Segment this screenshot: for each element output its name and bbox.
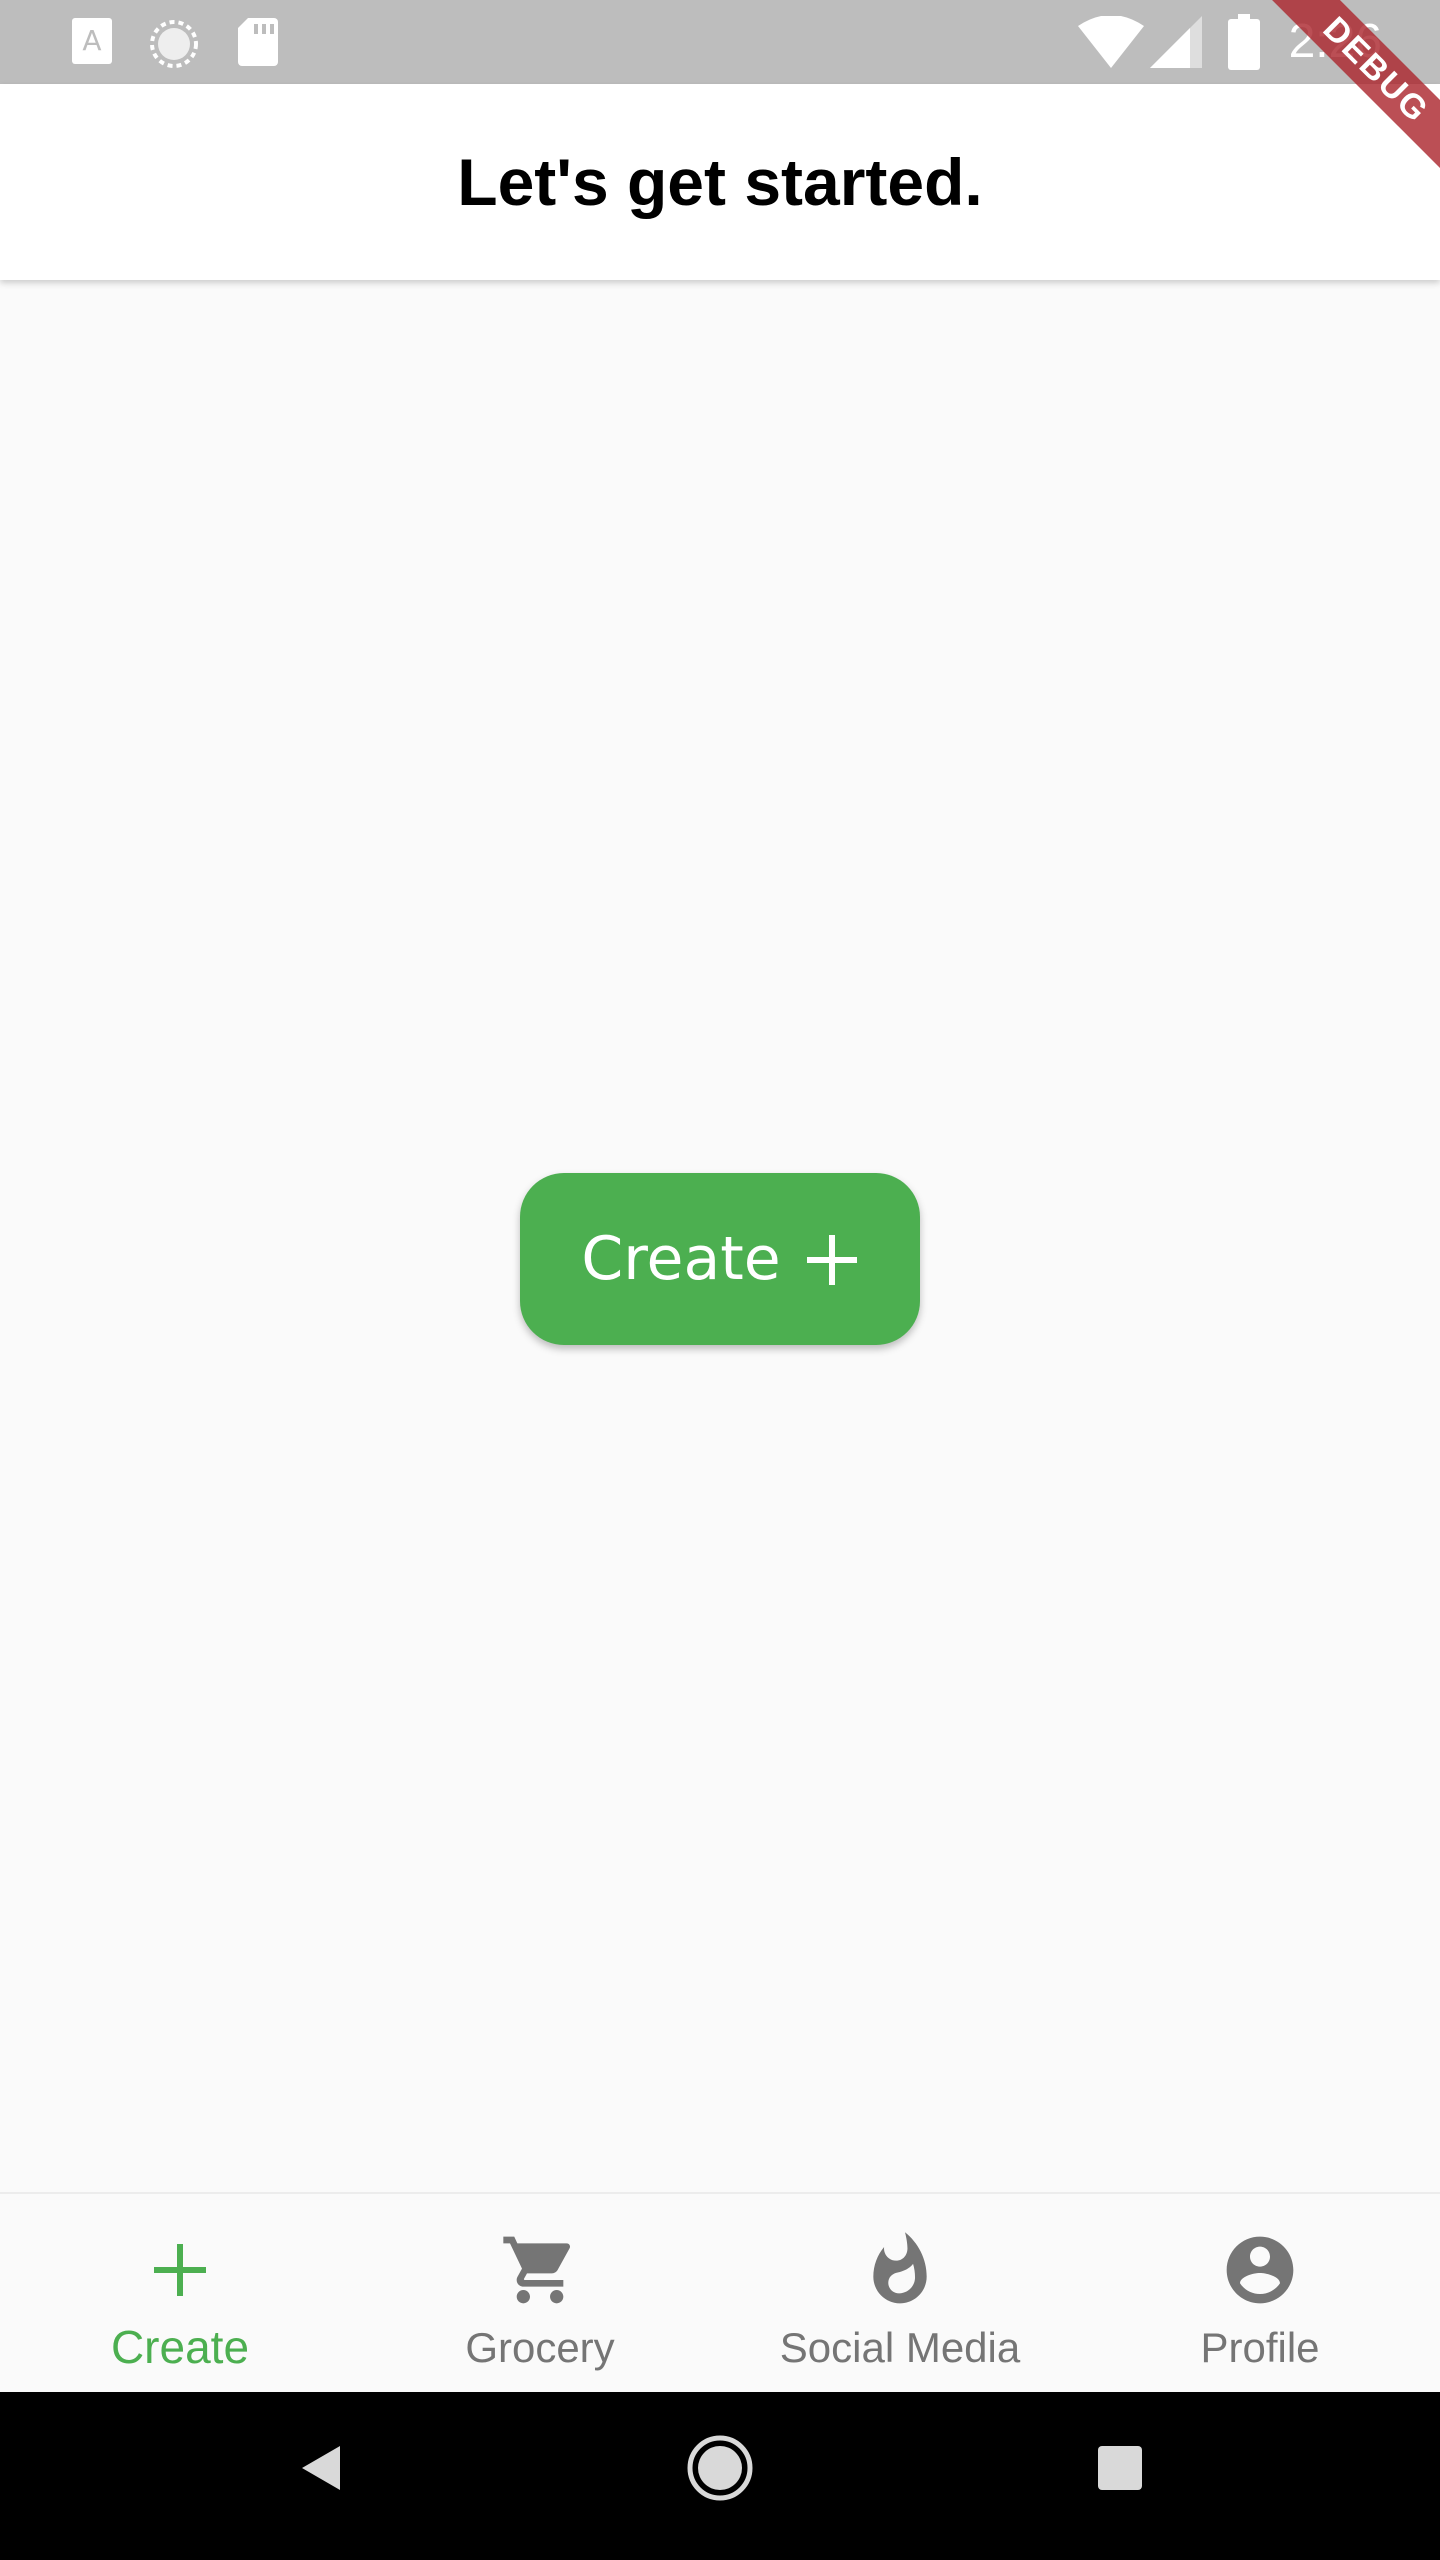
status-bar: A 2:26 xyxy=(0,0,1440,84)
nav-item-create[interactable]: Create xyxy=(0,2194,360,2394)
flame-icon xyxy=(860,2230,940,2310)
plus-icon xyxy=(805,1232,859,1286)
account-circle-icon xyxy=(1220,2230,1300,2310)
create-button-label: Create xyxy=(581,1224,781,1294)
sync-circle-icon xyxy=(148,18,200,75)
plus-icon xyxy=(140,2230,220,2310)
nav-item-label: Create xyxy=(110,2321,250,2373)
nav-item-label: Social Media xyxy=(779,2324,1021,2371)
app-bar: Let's get started. xyxy=(0,84,1440,280)
status-time: 2:26 xyxy=(1288,15,1382,68)
system-navigation-bar xyxy=(0,2392,1440,2560)
nav-item-profile[interactable]: Profile xyxy=(1080,2194,1440,2394)
bottom-navigation: Create Grocery Social Media Profile xyxy=(0,2192,1440,2394)
svg-text:A: A xyxy=(82,24,101,57)
nav-item-grocery[interactable]: Grocery xyxy=(360,2194,720,2394)
nav-item-label: Profile xyxy=(1200,2324,1320,2371)
sd-card-icon xyxy=(238,18,278,71)
cellular-signal-icon xyxy=(1150,16,1202,73)
nav-item-label: Grocery xyxy=(465,2324,615,2371)
home-icon[interactable] xyxy=(680,2432,760,2517)
create-button[interactable]: Create xyxy=(520,1173,920,1345)
nav-item-social-media[interactable]: Social Media xyxy=(720,2194,1080,2394)
recents-icon[interactable] xyxy=(1090,2432,1150,2509)
page-title: Let's get started. xyxy=(457,145,983,219)
back-icon[interactable] xyxy=(290,2432,350,2509)
cart-icon xyxy=(500,2230,580,2310)
battery-icon xyxy=(1228,14,1260,75)
wifi-icon xyxy=(1078,15,1144,73)
text-a-icon: A xyxy=(72,18,112,69)
